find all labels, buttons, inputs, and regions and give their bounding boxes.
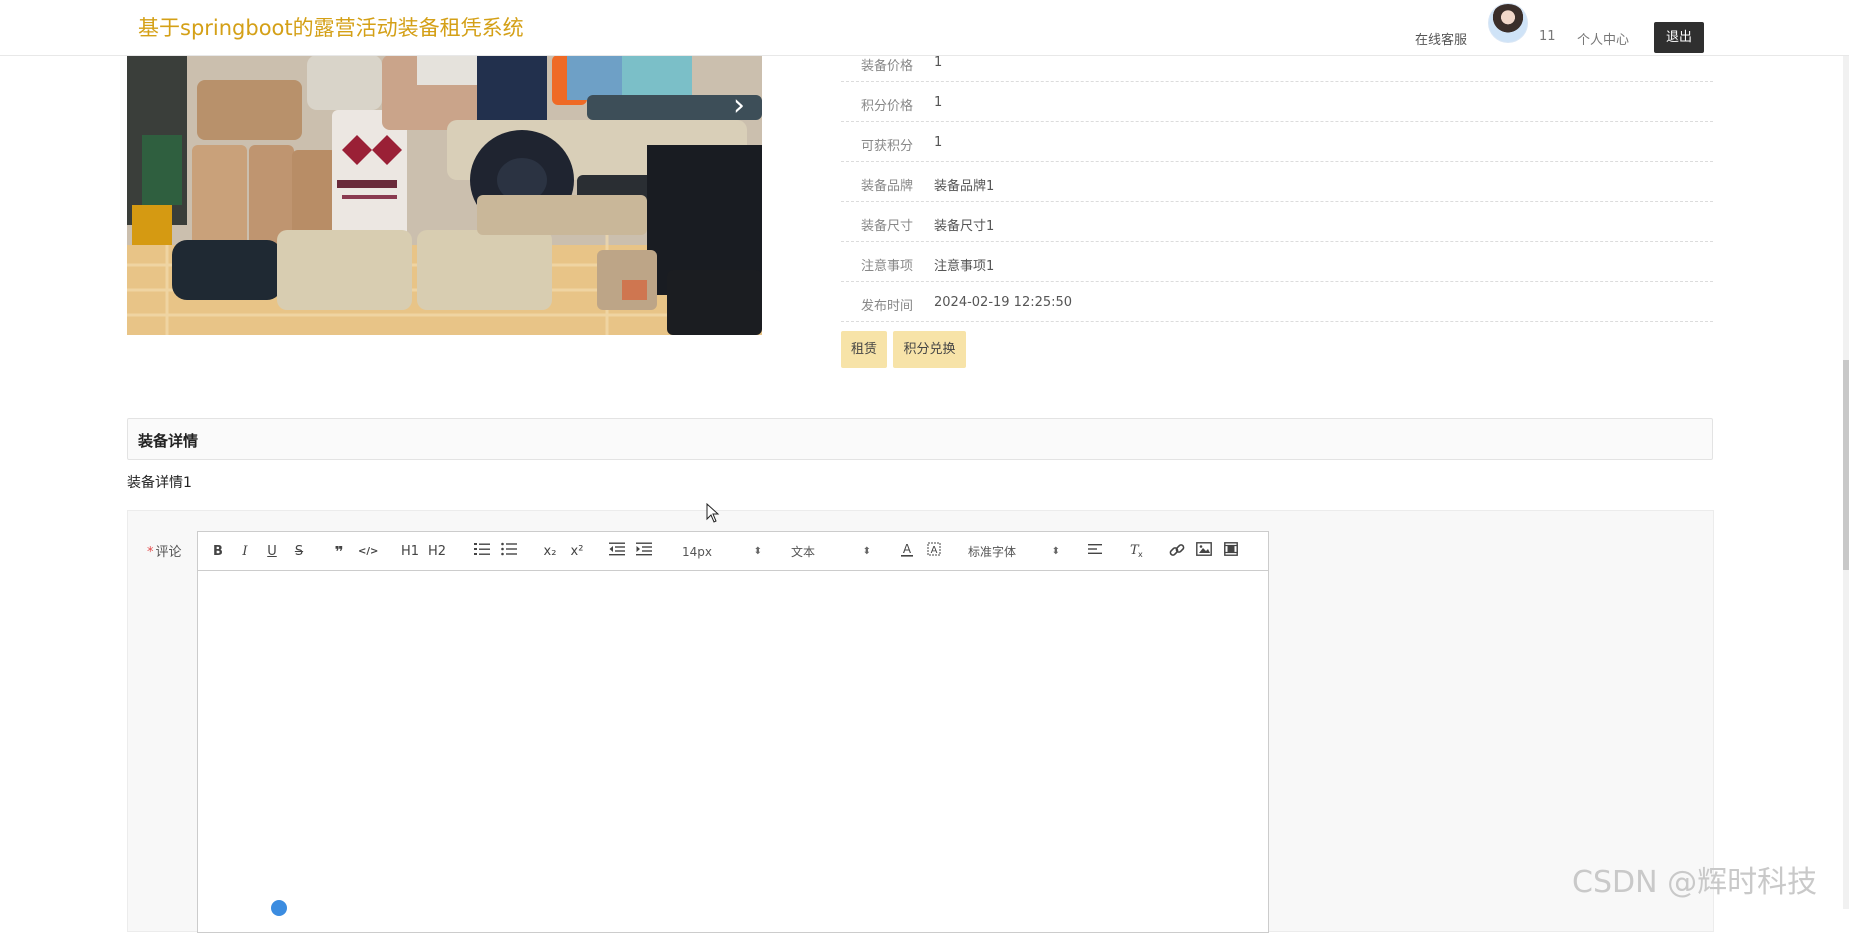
info-label: 装备尺寸 xyxy=(861,219,914,234)
online-service-link[interactable]: 在线客服 xyxy=(1415,29,1467,48)
username: 11 xyxy=(1539,29,1556,44)
svg-text:A: A xyxy=(903,542,912,556)
h1-button[interactable]: H1 xyxy=(400,542,420,562)
info-row-publish-time: 发布时间 2024-02-19 12:25:50 xyxy=(841,282,1713,322)
site-title[interactable]: 基于springboot的露营活动装备租凭系统 xyxy=(138,12,524,42)
info-value: 1 xyxy=(934,135,943,150)
rich-text-editor: B I U S ❞ </> H1 H2 x₂ x² 14px ⬍ 文本 ⬍ A xyxy=(197,531,1269,933)
info-value: 1 xyxy=(934,95,943,110)
product-info-list: 装备价格 1 积分价格 1 可获积分 1 装备品牌 装备品牌1 装备尺寸 装备尺… xyxy=(841,42,1713,322)
personal-center-link[interactable]: 个人中心 xyxy=(1577,29,1629,48)
select-arrows-icon: ⬍ xyxy=(753,546,762,557)
points-exchange-button[interactable]: 积分兑换 xyxy=(893,331,966,368)
info-value: 装备尺寸1 xyxy=(934,219,995,234)
image-icon[interactable] xyxy=(1195,542,1213,562)
floating-blue-dot[interactable] xyxy=(271,900,287,916)
info-label: 装备品牌 xyxy=(861,179,914,194)
header-select-value: 文本 xyxy=(791,545,816,559)
font-size-value: 14px xyxy=(682,545,712,559)
h2-button[interactable]: H2 xyxy=(427,542,447,562)
product-photo xyxy=(127,55,762,335)
bullet-list-icon[interactable] xyxy=(500,542,518,562)
info-label: 积分价格 xyxy=(861,99,914,114)
subscript-button[interactable]: x₂ xyxy=(540,542,560,562)
comment-editor-area[interactable] xyxy=(198,571,1268,932)
link-icon[interactable] xyxy=(1168,542,1186,562)
info-label: 可获积分 xyxy=(861,139,914,154)
info-row-size: 装备尺寸 装备尺寸1 xyxy=(841,202,1713,242)
video-icon[interactable] xyxy=(1222,542,1240,562)
font-size-select[interactable]: 14px ⬍ xyxy=(682,542,762,562)
indent-icon[interactable] xyxy=(635,542,653,562)
strike-button[interactable]: S xyxy=(291,542,307,562)
header-select[interactable]: 文本 ⬍ xyxy=(791,542,871,562)
scrollbar-thumb[interactable] xyxy=(1843,360,1849,570)
detail-content: 装备详情1 xyxy=(127,475,192,491)
select-arrows-icon: ⬍ xyxy=(862,546,871,557)
required-mark: * xyxy=(147,545,154,560)
editor-toolbar: B I U S ❞ </> H1 H2 x₂ x² 14px ⬍ 文本 ⬍ A xyxy=(198,532,1268,571)
blockquote-button[interactable]: ❞ xyxy=(331,542,347,562)
detail-section-title: 装备详情 xyxy=(138,432,199,450)
font-family-select[interactable]: 标准字体 ⬍ xyxy=(968,542,1060,562)
clear-format-icon[interactable]: Tx xyxy=(1128,542,1146,562)
code-block-button[interactable]: </> xyxy=(358,542,378,562)
mouse-cursor-icon xyxy=(706,503,720,523)
avatar[interactable] xyxy=(1488,3,1528,43)
comment-label-text: 评论 xyxy=(155,545,182,560)
info-label: 装备价格 xyxy=(861,59,914,74)
top-header: 基于springboot的露营活动装备租凭系统 在线客服 11 个人中心 退出 xyxy=(0,0,1849,56)
bold-button[interactable]: B xyxy=(210,542,226,562)
info-row-earn-points: 可获积分 1 xyxy=(841,122,1713,162)
underline-button[interactable]: U xyxy=(264,542,280,562)
info-value: 注意事项1 xyxy=(934,259,995,274)
product-image-carousel[interactable]: › xyxy=(127,55,762,335)
info-value: 2024-02-19 12:25:50 xyxy=(934,295,1073,310)
font-family-value: 标准字体 xyxy=(968,545,1017,559)
svg-text:x: x xyxy=(1138,550,1143,558)
svg-text:A: A xyxy=(931,545,938,556)
watermark: CSDN @辉时科技 xyxy=(1572,865,1818,900)
logout-button[interactable]: 退出 xyxy=(1654,22,1704,53)
rent-button[interactable]: 租赁 xyxy=(841,331,887,368)
text-color-icon[interactable]: A xyxy=(898,542,916,562)
outdent-icon[interactable] xyxy=(608,542,626,562)
comment-label: * 评论 xyxy=(147,541,182,560)
info-row-notes: 注意事项 注意事项1 xyxy=(841,242,1713,282)
select-arrows-icon: ⬍ xyxy=(1051,546,1060,557)
info-label: 发布时间 xyxy=(861,299,914,314)
chevron-right-icon[interactable]: › xyxy=(726,91,752,121)
info-label: 注意事项 xyxy=(861,259,914,274)
align-left-icon[interactable] xyxy=(1086,542,1104,562)
page-scrollbar[interactable] xyxy=(1843,0,1849,909)
background-color-icon[interactable]: A xyxy=(925,542,943,562)
info-row-brand: 装备品牌 装备品牌1 xyxy=(841,162,1713,202)
superscript-button[interactable]: x² xyxy=(567,542,587,562)
info-value: 1 xyxy=(934,55,943,70)
info-value: 装备品牌1 xyxy=(934,179,995,194)
info-row-points-price: 积分价格 1 xyxy=(841,82,1713,122)
detail-section-header: 装备详情 xyxy=(127,418,1713,460)
italic-button[interactable]: I xyxy=(237,542,253,562)
ordered-list-icon[interactable] xyxy=(473,542,491,562)
